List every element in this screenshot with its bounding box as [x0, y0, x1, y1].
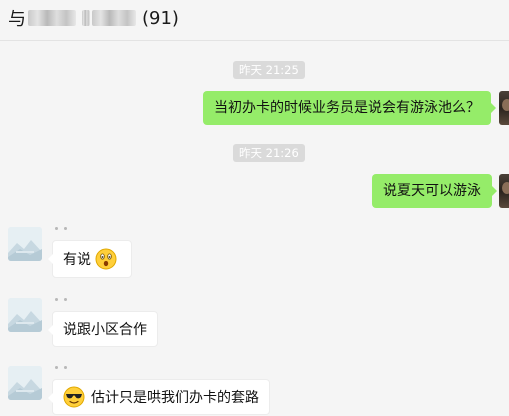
- incoming-message-text: 估计只是哄我们办卡的套路: [91, 390, 259, 406]
- contact-avatar[interactable]: [8, 366, 42, 400]
- outgoing-message-bubble[interactable]: 当初办卡的时候业务员是说会有游泳池么？: [203, 91, 496, 125]
- self-avatar[interactable]: [499, 174, 509, 208]
- timestamp: 昨天 21:25: [233, 61, 305, 79]
- incoming-message-bubble[interactable]: 估计只是哄我们办卡的套路: [48, 379, 270, 415]
- incoming-message-bubble[interactable]: 说跟小区合作: [48, 311, 158, 347]
- self-avatar[interactable]: [499, 91, 509, 125]
- blurred-contact-name-dot: [82, 10, 90, 26]
- contact-avatar[interactable]: [8, 298, 42, 332]
- surprised-emoji-icon: [95, 248, 117, 270]
- sender-name-blurred: [55, 366, 79, 376]
- sender-name-blurred: [55, 227, 79, 237]
- incoming-message-text: 说跟小区合作: [63, 322, 147, 338]
- incoming-message-text: 有说: [63, 252, 91, 268]
- contact-avatar[interactable]: [8, 227, 42, 261]
- chat-title[interactable]: 与 (91): [8, 5, 179, 31]
- timestamp: 昨天 21:26: [233, 144, 305, 162]
- outgoing-message-bubble[interactable]: 说夏天可以游泳: [372, 174, 497, 208]
- chat-header: 与 (91): [0, 0, 509, 41]
- blurred-contact-name-2: [92, 10, 136, 26]
- member-count: (91): [142, 7, 179, 29]
- incoming-message-bubble[interactable]: 有说: [48, 240, 132, 278]
- blurred-contact-name: [28, 10, 76, 26]
- sender-name-blurred: [55, 298, 79, 308]
- chat-title-prefix: 与: [8, 9, 26, 30]
- cool-sunglasses-emoji-icon: [63, 386, 85, 408]
